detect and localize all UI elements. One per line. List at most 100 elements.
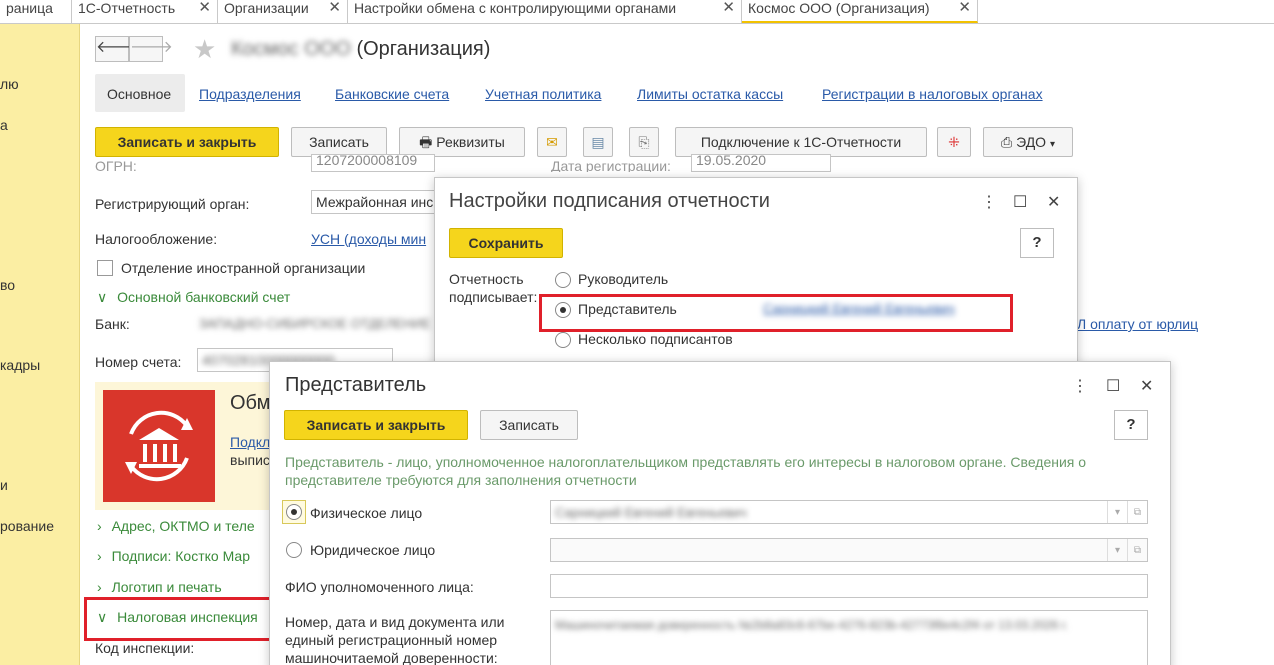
form-tab-subdivisions[interactable]: Подразделения <box>199 86 301 102</box>
maximize-icon[interactable]: ☐ <box>1013 192 1027 212</box>
physical-person-label: Физическое лицо <box>310 505 423 521</box>
taxation-link[interactable]: УСН (доходы мин <box>311 231 426 247</box>
chevron-down-icon[interactable]: ▾ <box>1107 539 1127 561</box>
inspection-code-label: Код инспекции: <box>95 640 195 656</box>
fio-label: ФИО уполномоченного лица: <box>285 579 474 595</box>
favorite-star-icon[interactable]: ★ <box>193 36 216 62</box>
more-icon[interactable]: ⋮ <box>981 192 997 212</box>
banner-link[interactable]: Подкл <box>230 434 270 450</box>
bank-section-header[interactable]: ∨ Основной банковский счет <box>97 289 290 306</box>
help-button[interactable]: ? <box>1020 228 1054 258</box>
dialog-title: Настройки подписания отчетности <box>449 190 770 212</box>
organization-name: Космос ООО <box>231 38 351 60</box>
option-multiple-signers: Несколько подписантов <box>578 331 733 347</box>
save-button[interactable]: Сохранить <box>449 228 563 258</box>
highlight-representative <box>539 294 1013 332</box>
network-icon[interactable]: ⁜ <box>937 127 971 157</box>
close-icon[interactable]: ✕ <box>1140 376 1153 396</box>
sidebar-item[interactable]: кадры <box>0 357 40 373</box>
edo-icon: ⎙ <box>1001 134 1013 150</box>
chevron-down-icon[interactable]: ▾ <box>1107 501 1127 523</box>
tab-exchange-settings[interactable]: Настройки обмена с контролирующими орган… <box>348 0 742 23</box>
close-icon[interactable]: ✕ <box>1047 192 1060 212</box>
edo-button[interactable]: ⎙ ЭДО ▾ <box>983 127 1073 157</box>
physical-person-field[interactable]: Сарницкий Евгений Евгеньевич ▾ ⧉ <box>550 500 1148 524</box>
tab-organizations[interactable]: Организации ✕ <box>218 0 348 23</box>
document-icon[interactable]: ▤ <box>583 127 613 157</box>
edo-label: ЭДО <box>1016 134 1047 150</box>
bank-section-label: Основной банковский счет <box>117 289 291 305</box>
open-icon[interactable]: ⧉ <box>1127 539 1147 561</box>
foreign-branch-checkbox[interactable] <box>97 260 113 276</box>
radio-physical-person[interactable] <box>286 504 302 520</box>
reg-date-field[interactable]: 19.05.2020 <box>691 154 831 172</box>
section-logo[interactable]: › Логотип и печать <box>97 579 222 595</box>
dialog-title: Представитель <box>285 374 427 396</box>
tab-1c-reporting[interactable]: 1С-Отчетность ✕ <box>72 0 218 23</box>
close-icon[interactable]: ✕ <box>958 0 971 16</box>
form-tab-tax-registrations[interactable]: Регистрации в налоговых органах <box>822 86 1043 102</box>
chevron-down-icon: ▾ <box>1049 139 1055 150</box>
section-address[interactable]: › Адрес, ОКТМО и теле <box>97 518 255 534</box>
close-icon[interactable]: ✕ <box>198 0 211 16</box>
more-icon[interactable]: ⋮ <box>1072 376 1088 396</box>
mail-icon[interactable]: ✉ <box>537 127 567 157</box>
save-button[interactable]: Записать <box>291 127 387 157</box>
form-tab-label: Основное <box>107 86 172 102</box>
radio-director[interactable] <box>555 272 571 288</box>
connect-1c-reporting-button[interactable]: Подключение к 1С-Отчетности <box>675 127 927 157</box>
section-signatures[interactable]: › Подписи: Костко Мар <box>97 548 250 564</box>
back-button[interactable]: 🡐 <box>95 36 139 62</box>
open-icon[interactable]: ⧉ <box>1127 501 1147 523</box>
forward-button[interactable]: 🡒 <box>129 36 173 62</box>
tab-label: 1С-Отчетность <box>78 0 176 16</box>
legal-entity-label: Юридическое лицо <box>310 542 436 558</box>
legal-entity-field[interactable]: ▾ ⧉ <box>550 538 1148 562</box>
sidebar-item[interactable]: рование <box>0 518 54 534</box>
representative-hint: Представитель - лицо, уполномоченное нал… <box>285 454 1087 488</box>
bank-value: ЗАПАДНО-СИБИРСКОЕ ОТДЕЛЕНИЕ <box>199 316 431 331</box>
radio-multiple-signers[interactable] <box>555 332 571 348</box>
foreign-branch-label: Отделение иностранной организации <box>121 260 366 276</box>
window-tab-strip: раница 1С-Отчетность ✕ Организации ✕ Нас… <box>0 0 1274 24</box>
form-tab-main[interactable]: Основное <box>95 74 185 112</box>
account-label: Номер счета: <box>95 354 182 370</box>
tab-label: Космос ООО (Организация) <box>748 0 930 16</box>
form-tab-cash-limits[interactable]: Лимиты остатка кассы <box>637 86 783 102</box>
tab-start-page[interactable]: раница <box>0 0 72 23</box>
signing-settings-dialog: Настройки подписания отчетности ⋮ ☐ ✕ Со… <box>434 177 1078 367</box>
chevron-right-icon: › <box>97 548 102 564</box>
reg-org-label: Регистрирующий орган: <box>95 196 250 212</box>
chevron-right-icon: › <box>97 579 102 595</box>
form-tab-accounting-policy[interactable]: Учетная политика <box>485 86 601 102</box>
radio-legal-entity[interactable] <box>286 542 302 558</box>
sidebar-item[interactable]: лю <box>0 76 19 92</box>
maximize-icon[interactable]: ☐ <box>1106 376 1120 396</box>
sidebar: лю а во кадры и рование <box>0 24 80 665</box>
banner-title: Обм <box>230 392 271 414</box>
section-label: Логотип и печать <box>111 579 222 595</box>
chevron-down-icon: ∨ <box>97 289 108 305</box>
tab-organization-card[interactable]: Космос ООО (Организация) ✕ <box>742 0 978 23</box>
fio-field[interactable] <box>550 574 1148 598</box>
requisites-button[interactable]: 🖶 Реквизиты <box>399 127 525 157</box>
sidebar-item[interactable]: а <box>0 117 8 133</box>
save-and-close-button[interactable]: Записать и закрыть <box>284 410 468 440</box>
save-button[interactable]: Записать <box>480 410 578 440</box>
option-director: Руководитель <box>578 271 669 287</box>
document-field[interactable]: Машиночитаемая доверенность №2b8a83c6-67… <box>550 610 1148 665</box>
sidebar-item[interactable]: и <box>0 477 8 493</box>
requisites-label: Реквизиты <box>436 134 505 150</box>
save-and-close-button[interactable]: Записать и закрыть <box>95 127 279 157</box>
close-icon[interactable]: ✕ <box>328 0 341 16</box>
payment-link[interactable]: Л оплату от юрлиц <box>1077 316 1198 332</box>
sidebar-item[interactable]: во <box>0 277 15 293</box>
help-button[interactable]: ? <box>1114 410 1148 440</box>
ogrn-label: ОГРН: <box>95 158 137 172</box>
form-tab-bank-accounts[interactable]: Банковские счета <box>335 86 449 102</box>
close-icon[interactable]: ✕ <box>722 0 735 16</box>
tab-label: раница <box>6 0 53 16</box>
representative-dialog: Представитель ⋮ ☐ ✕ Записать и закрыть З… <box>269 361 1171 665</box>
ogrn-field[interactable]: 1207200008109 <box>311 154 435 172</box>
attachment-icon[interactable]: ⎘ <box>629 127 659 157</box>
